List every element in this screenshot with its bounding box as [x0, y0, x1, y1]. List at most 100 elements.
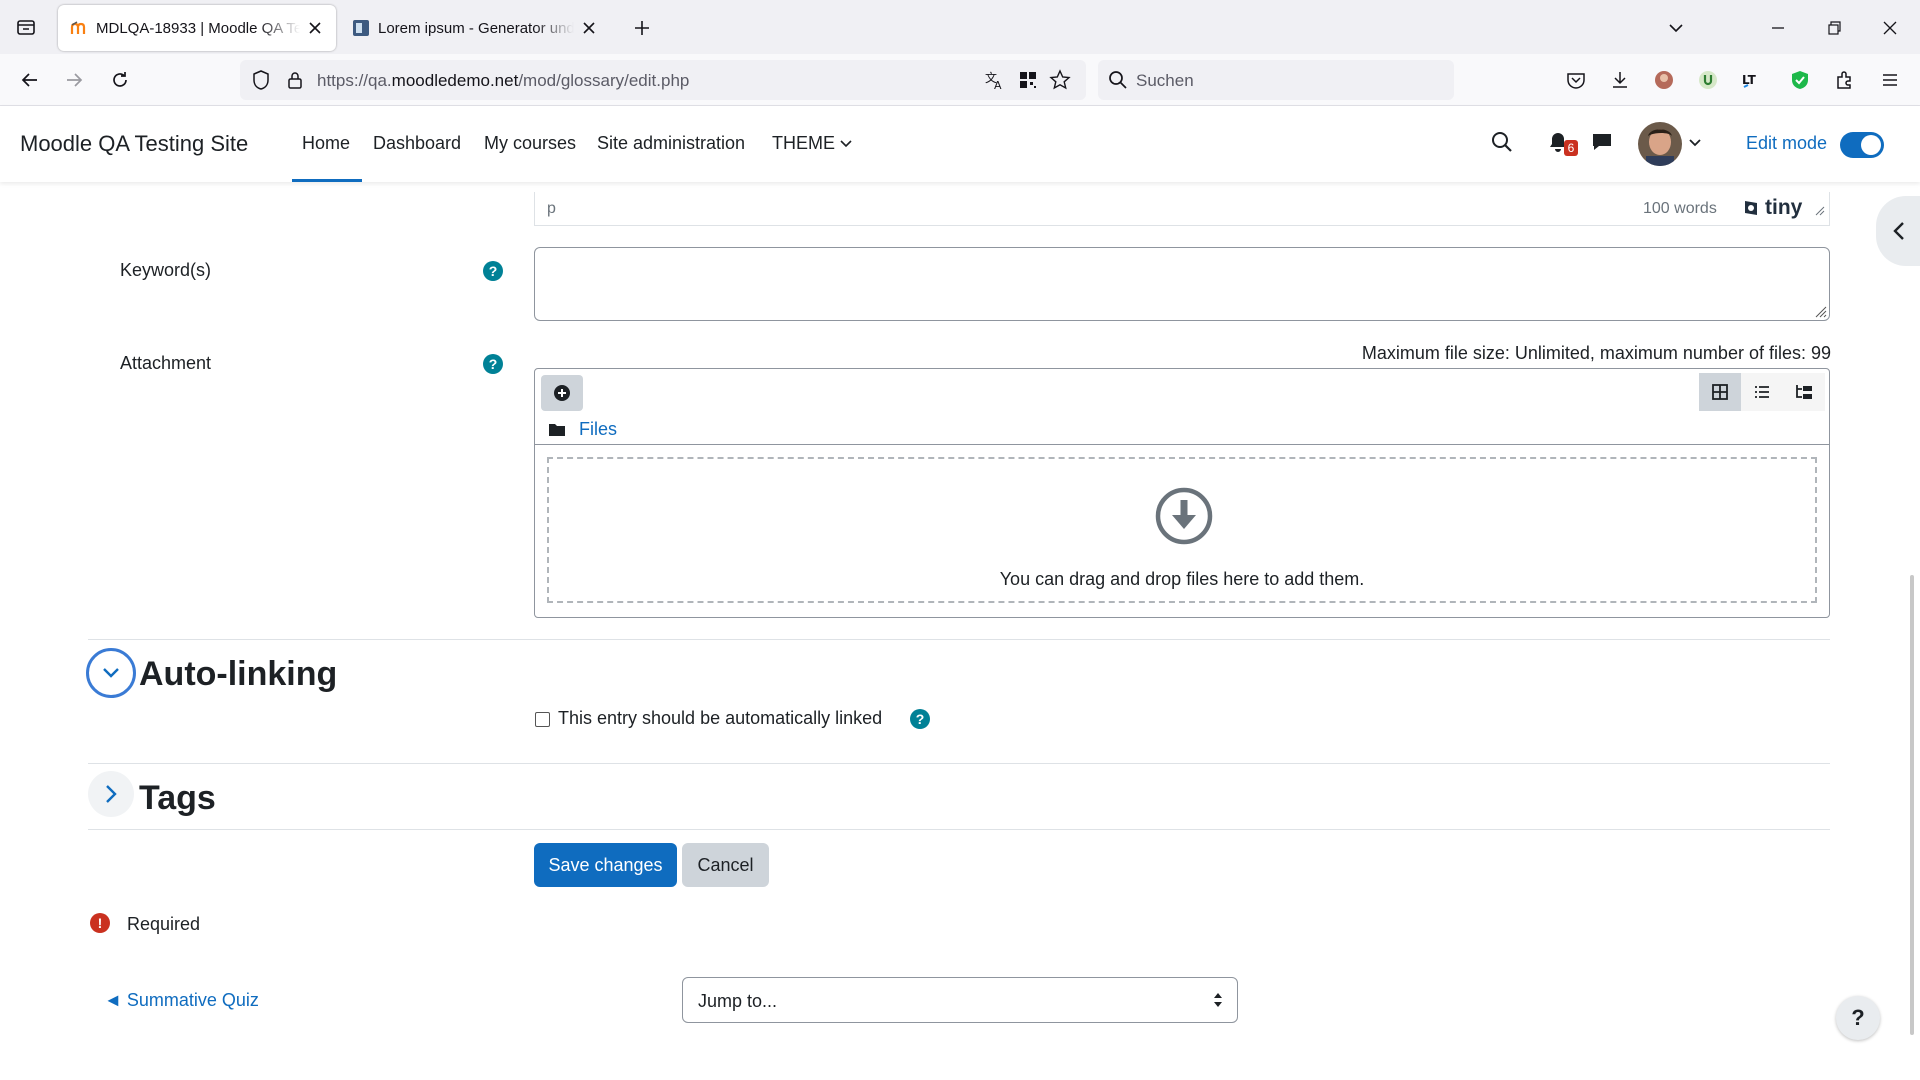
notification-count-badge: 6 [1564, 140, 1578, 156]
nav-theme[interactable]: THEME [772, 133, 852, 154]
view-tree-button[interactable] [1783, 373, 1825, 411]
minimize-icon[interactable] [1766, 16, 1790, 40]
downloads-icon[interactable] [1608, 68, 1632, 92]
close-tab-icon[interactable] [306, 19, 324, 37]
editor-element-path[interactable]: p [547, 200, 556, 218]
browser-search-bar[interactable]: Suchen [1098, 60, 1454, 100]
nav-my-courses[interactable]: My courses [484, 133, 576, 154]
section-divider [88, 829, 1830, 830]
tab-overflow-chevron-icon[interactable] [1664, 16, 1688, 40]
browser-navbar: https://qa.moodledemo.net/mod/glossary/e… [0, 54, 1920, 106]
forward-icon[interactable] [62, 68, 86, 92]
moodle-favicon-icon [70, 19, 88, 37]
lock-icon[interactable] [284, 69, 306, 96]
add-file-button[interactable] [541, 375, 583, 411]
select-caret-icon [1214, 993, 1222, 1007]
search-icon[interactable] [1490, 130, 1514, 159]
tiny-brand: tiny [1765, 196, 1803, 219]
required-label: Required [127, 914, 201, 934]
nav-theme-label: THEME [772, 133, 835, 153]
file-path: Files [549, 419, 617, 440]
autolink-checkbox-label[interactable]: This entry should be automatically linke… [558, 708, 882, 729]
resize-grip-icon[interactable] [1813, 304, 1827, 318]
avatar[interactable] [1638, 122, 1682, 166]
chevron-down-icon [840, 140, 852, 148]
nav-home[interactable]: Home [302, 133, 350, 154]
autolink-checkbox[interactable] [535, 712, 550, 727]
extensions-puzzle-icon[interactable] [1832, 68, 1856, 92]
editor-word-count[interactable]: 100 words [1643, 200, 1717, 218]
nav-dashboard[interactable]: Dashboard [373, 133, 461, 154]
attachment-label: Attachment [120, 353, 212, 373]
save-changes-button[interactable]: Save changes [534, 843, 677, 887]
edit-mode-toggle[interactable] [1840, 132, 1884, 158]
translate-icon[interactable]: 文A [984, 69, 1006, 96]
new-tab-icon[interactable] [630, 16, 654, 40]
url-text: https://qa.moodledemo.net/mod/glossary/e… [317, 71, 690, 90]
view-mode-switcher [1699, 373, 1825, 411]
moodle-header: Moodle QA Testing Site Home Dashboard My… [0, 106, 1920, 182]
lorem-favicon-icon [352, 19, 370, 37]
file-dropzone[interactable]: You can drag and drop files here to add … [547, 457, 1817, 603]
edit-mode-label: Edit mode [1746, 133, 1828, 153]
view-list-button[interactable] [1741, 373, 1783, 411]
files-folder-link[interactable]: Files [579, 419, 617, 440]
keywords-help-icon[interactable]: ? [483, 261, 503, 281]
back-icon[interactable] [18, 68, 42, 92]
jump-to-select[interactable]: Jump to... [682, 977, 1238, 1023]
open-drawer-button[interactable] [1876, 196, 1920, 266]
collapse-autolinking-button[interactable] [86, 648, 136, 698]
page-scrollbar[interactable] [1910, 575, 1914, 1035]
ublock-extension-icon[interactable] [1696, 68, 1720, 92]
restore-icon[interactable] [1822, 16, 1846, 40]
keywords-label: Keyword(s) [120, 260, 212, 280]
tiny-logo-icon [1745, 201, 1757, 215]
menu-hamburger-icon[interactable] [1878, 68, 1902, 92]
svg-text:LT: LT [1742, 73, 1757, 87]
section-divider [88, 763, 1830, 764]
file-limit-text: Maximum file size: Unlimited, maximum nu… [1361, 343, 1831, 363]
languagetool-extension-icon[interactable]: LT [1740, 68, 1764, 92]
browser-tab-inactive[interactable]: Lorem ipsum - Generator und I [340, 5, 610, 51]
editor-statusbar: p 100 words tiny [534, 192, 1830, 226]
close-window-icon[interactable] [1878, 16, 1902, 40]
autolink-help-icon[interactable]: ? [910, 709, 930, 729]
tab-list-icon[interactable] [14, 15, 38, 39]
browser-tab-active[interactable]: MDLQA-18933 | Moodle QA Te [58, 5, 336, 51]
pocket-icon[interactable] [1564, 68, 1588, 92]
shield-icon[interactable] [250, 69, 272, 96]
adblock-shield-icon[interactable] [1788, 68, 1812, 92]
tab-title: Lorem ipsum - Generator und I [378, 19, 574, 37]
chevron-right-icon [106, 785, 117, 803]
resize-handle-icon[interactable] [1815, 203, 1825, 221]
browser-search-placeholder: Suchen [1136, 71, 1194, 90]
profile-extension-icon[interactable] [1652, 68, 1676, 92]
folder-tree-icon [1796, 385, 1812, 399]
close-tab-icon[interactable] [580, 19, 598, 37]
required-icon: ! [90, 913, 110, 933]
messages-icon[interactable] [1590, 130, 1614, 159]
view-icons-button[interactable] [1699, 373, 1741, 411]
qr-code-icon[interactable] [1017, 69, 1039, 96]
tiny-logo[interactable]: tiny [1741, 196, 1802, 220]
cancel-button[interactable]: Cancel [682, 843, 769, 887]
help-button[interactable]: ? [1836, 996, 1880, 1040]
chevron-left-icon [1893, 222, 1904, 240]
address-bar[interactable]: https://qa.moodledemo.net/mod/glossary/e… [240, 60, 1086, 100]
search-icon [1108, 70, 1128, 95]
plus-circle-icon [554, 385, 570, 401]
reload-icon[interactable] [108, 68, 132, 92]
bookmark-star-icon[interactable] [1049, 69, 1071, 96]
tab-title: MDLQA-18933 | Moodle QA Te [96, 19, 300, 37]
nav-site-administration[interactable]: Site administration [597, 133, 745, 154]
previous-activity-link[interactable]: ◄ Summative Quiz [104, 990, 259, 1011]
expand-tags-button[interactable] [88, 771, 134, 817]
attachment-help-icon[interactable]: ? [483, 354, 503, 374]
active-nav-indicator [292, 179, 362, 182]
site-name[interactable]: Moodle QA Testing Site [20, 131, 248, 157]
browser-tabbar: MDLQA-18933 | Moodle QA Te Lorem ipsum -… [0, 0, 1920, 54]
section-divider [88, 639, 1830, 640]
user-menu-chevron-icon[interactable] [1688, 136, 1702, 154]
autolinking-heading: Auto-linking [139, 655, 338, 693]
keywords-textarea[interactable] [534, 247, 1830, 321]
